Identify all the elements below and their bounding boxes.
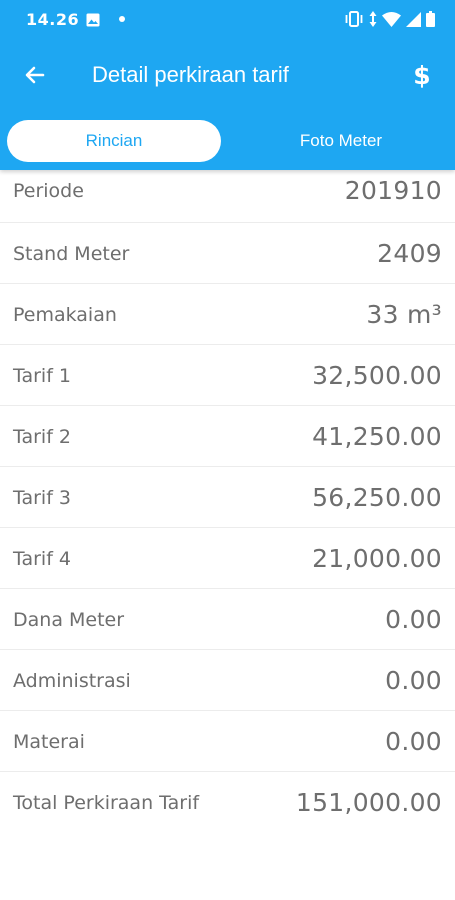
- data-transfer-icon: [369, 11, 377, 27]
- row-administrasi: Administrasi 0.00: [0, 650, 455, 711]
- total-value: 151,000.00: [295, 788, 442, 817]
- row-label: Pemakaian: [13, 303, 117, 326]
- row-value: 41,250.00: [312, 422, 442, 451]
- row-stand-meter: Stand Meter 2409: [0, 223, 455, 284]
- toolbar: Detail perkiraan tarif $: [0, 40, 455, 112]
- vibrate-icon: [344, 11, 364, 27]
- row-pemakaian: Pemakaian 33 m³: [0, 284, 455, 345]
- row-tarif-2: Tarif 2 41,250.00: [0, 406, 455, 467]
- arrow-left-icon[interactable]: [20, 60, 50, 90]
- image-notification-icon: [86, 12, 100, 27]
- status-bar: 14.26: [0, 0, 455, 40]
- row-tarif-1: Tarif 1 32,500.00: [0, 345, 455, 406]
- status-time: 14.26: [26, 10, 80, 29]
- row-label: Stand Meter: [13, 242, 130, 265]
- row-value: 33 m³: [366, 300, 442, 329]
- page-title: Detail perkiraan tarif: [92, 62, 289, 87]
- row-label: Tarif 3: [13, 486, 72, 509]
- row-label: Tarif 4: [13, 547, 72, 570]
- row-materai: Materai 0.00: [0, 711, 455, 772]
- row-label: Materai: [13, 730, 85, 753]
- battery-icon: [426, 11, 435, 27]
- row-tarif-4: Tarif 4 21,000.00: [0, 528, 455, 589]
- row-label: Tarif 2: [13, 425, 72, 448]
- row-dana-meter: Dana Meter 0.00: [0, 589, 455, 650]
- dollar-icon[interactable]: $: [405, 58, 439, 92]
- tariff-detail-list: Periode 201910 Stand Meter 2409 Pemakaia…: [0, 162, 455, 833]
- row-label: Dana Meter: [13, 608, 125, 631]
- app-bar: 14.26 Detail perkiraan tarif $ Rincian F…: [0, 0, 455, 170]
- row-value: 0.00: [385, 605, 442, 634]
- row-value: 32,500.00: [312, 361, 442, 390]
- row-value: 56,250.00: [312, 483, 442, 512]
- row-value: 201910: [344, 176, 442, 205]
- row-label: Tarif 1: [13, 364, 72, 387]
- row-label: Total Perkiraan Tarif: [13, 791, 200, 814]
- tab-foto-meter[interactable]: Foto Meter: [229, 120, 453, 162]
- row-value: 21,000.00: [312, 544, 442, 573]
- tab-bar: Rincian Foto Meter: [0, 118, 455, 164]
- status-icons: [344, 10, 435, 28]
- notification-dot-icon: [119, 16, 125, 22]
- row-total-perkiraan-tarif: Total Perkiraan Tarif 151,000.00: [0, 772, 455, 833]
- row-label: Administrasi: [13, 669, 131, 692]
- row-value: 2409: [377, 239, 442, 268]
- signal-icon: [406, 11, 421, 27]
- row-value: 0.00: [385, 727, 442, 756]
- row-value: 0.00: [385, 666, 442, 695]
- row-label: Periode: [13, 179, 84, 202]
- row-periode: Periode 201910: [0, 162, 455, 223]
- row-tarif-3: Tarif 3 56,250.00: [0, 467, 455, 528]
- tab-rincian[interactable]: Rincian: [7, 120, 221, 162]
- wifi-icon: [382, 11, 401, 27]
